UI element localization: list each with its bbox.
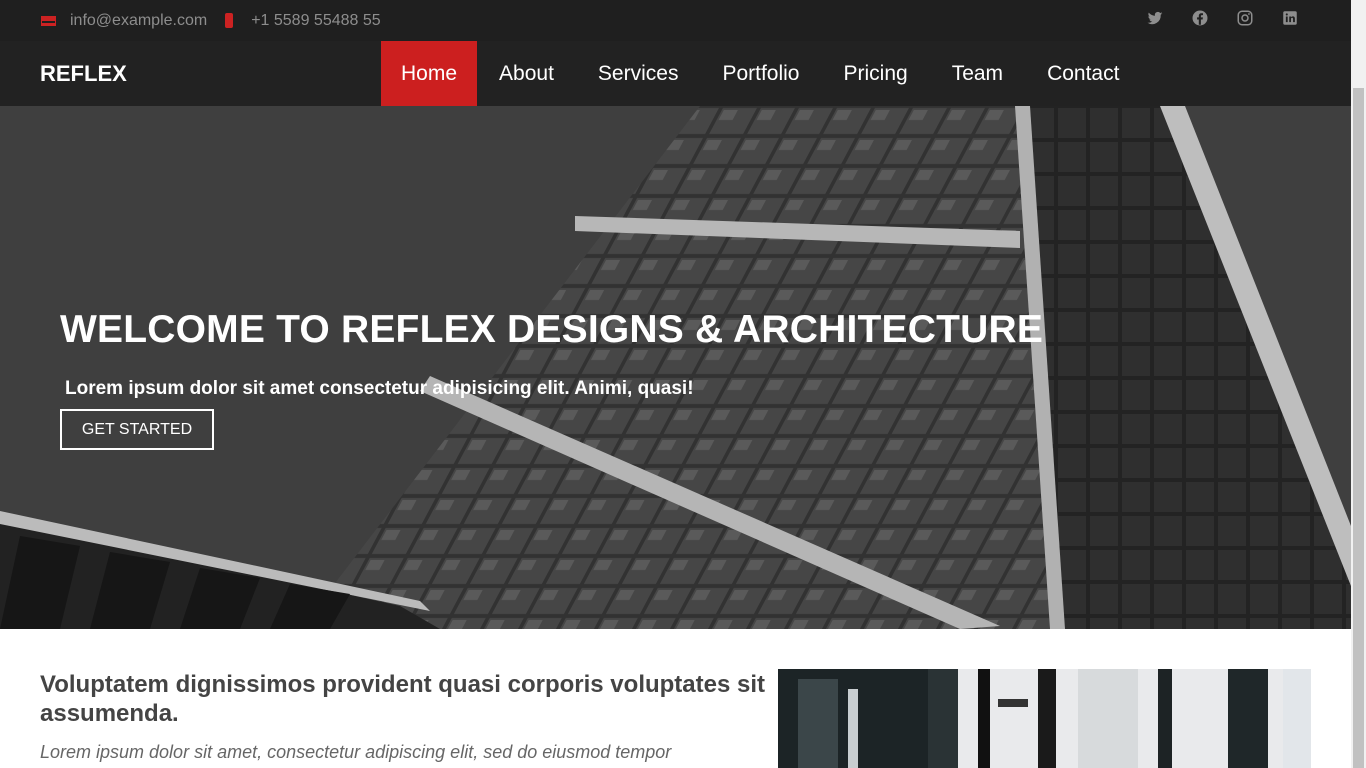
about-section: Voluptatem dignissimos provident quasi c… xyxy=(0,629,1351,768)
twitter-icon[interactable] xyxy=(1146,9,1164,27)
top-bar: info@example.com +1 5589 55488 55 xyxy=(0,0,1351,41)
social-links xyxy=(1146,9,1299,27)
nav-item-contact[interactable]: Contact xyxy=(1025,41,1141,106)
nav-menu: Home About Services Portfolio Pricing Te… xyxy=(381,41,1141,106)
nav-item-portfolio[interactable]: Portfolio xyxy=(700,41,821,106)
scrollbar-thumb[interactable] xyxy=(1353,88,1364,768)
facebook-icon[interactable] xyxy=(1191,9,1209,27)
about-heading: Voluptatem dignissimos provident quasi c… xyxy=(40,671,766,727)
email-link[interactable]: info@example.com xyxy=(70,12,207,30)
get-started-button[interactable]: GET STARTED xyxy=(60,409,214,450)
hero-section: WELCOME TO REFLEX DESIGNS & ARCHITECTURE… xyxy=(0,106,1351,629)
about-image xyxy=(778,669,1311,768)
nav-item-pricing[interactable]: Pricing xyxy=(822,41,930,106)
hero-background-image xyxy=(0,106,1351,629)
site-logo[interactable]: REFLEX xyxy=(40,41,127,106)
nav-item-services[interactable]: Services xyxy=(576,41,701,106)
phone-number: +1 5589 55488 55 xyxy=(251,11,381,29)
linkedin-icon[interactable] xyxy=(1281,9,1299,27)
about-text: Lorem ipsum dolor sit amet, consectetur … xyxy=(40,742,672,762)
phone-icon xyxy=(221,12,237,29)
nav-item-team[interactable]: Team xyxy=(930,41,1025,106)
main-navbar: REFLEX Home About Services Portfolio Pri… xyxy=(0,41,1351,106)
instagram-icon[interactable] xyxy=(1236,9,1254,27)
nav-item-about[interactable]: About xyxy=(477,41,576,106)
hero-title: WELCOME TO REFLEX DESIGNS & ARCHITECTURE xyxy=(60,308,1044,351)
page-scrollbar[interactable] xyxy=(1351,0,1366,768)
hero-subtitle: Lorem ipsum dolor sit amet consectetur a… xyxy=(65,378,694,399)
mail-icon xyxy=(40,13,56,29)
contact-info: info@example.com +1 5589 55488 55 xyxy=(40,0,395,41)
nav-item-home[interactable]: Home xyxy=(381,41,478,106)
